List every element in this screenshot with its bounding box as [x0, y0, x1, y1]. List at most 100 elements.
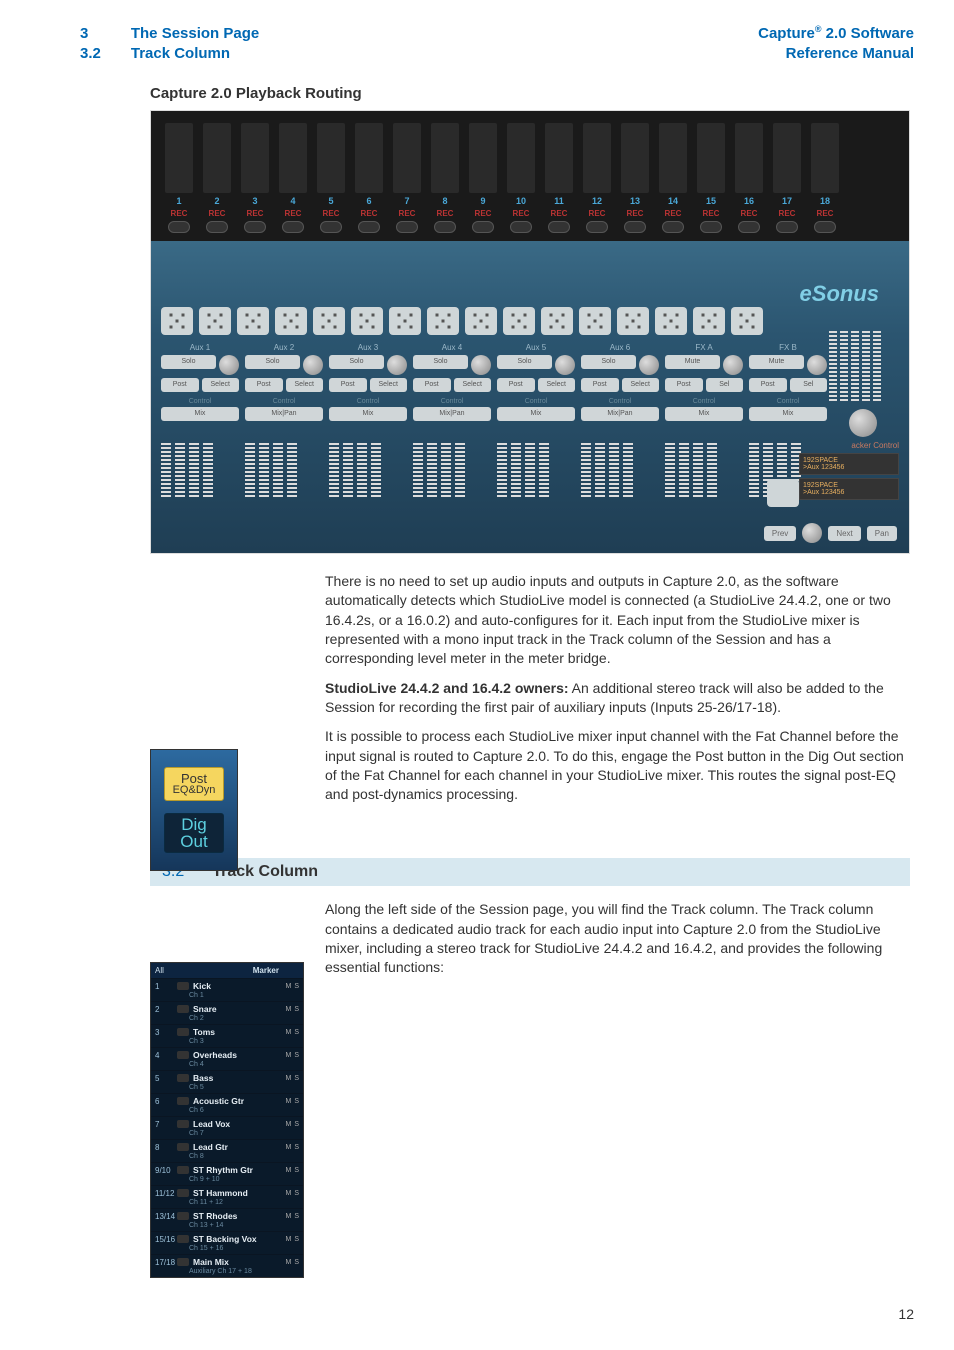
mute-solo: MS: [285, 1167, 299, 1174]
paragraph-2-bold: StudioLive 24.4.2 and 16.4.2 owners:: [325, 680, 569, 696]
mute-solo: MS: [285, 1236, 299, 1243]
meter-slot: 9 REC: [465, 123, 501, 233]
level-meter: [165, 123, 193, 193]
aux-block: Aux 3 Solo Post Select: [329, 343, 407, 392]
aux-label: Aux 5: [497, 343, 575, 352]
track-row: 11/12 ST Hammond MS Ch 11 + 12: [151, 1185, 303, 1206]
rec-arm-icon: [177, 1051, 189, 1059]
mixer-panel: eSonus Aux 1 Solo Post Select Aux 2 Solo…: [151, 241, 909, 553]
track-row: 2 Snare MS Ch 2: [151, 1001, 303, 1022]
rec-label: REC: [399, 209, 416, 218]
rec-indicator: [434, 221, 456, 233]
meter-slot: 17 REC: [769, 123, 805, 233]
mute-solo: MS: [285, 1213, 299, 1220]
control-block: Control Mix: [329, 398, 407, 421]
solo-button: Mute: [749, 355, 804, 369]
prev-button: Prev: [764, 526, 796, 541]
aux-knob: [303, 355, 323, 375]
input-patch-row: [161, 307, 899, 335]
rec-indicator: [472, 221, 494, 233]
aux-block: FX A Mute Post Sel: [665, 343, 743, 392]
meter-bridge: 1 REC 2 REC 3 REC 4 REC 5 REC 6 REC 7 RE…: [151, 111, 909, 241]
track-row: 3 Toms MS Ch 3: [151, 1024, 303, 1045]
eq-strip: [511, 443, 521, 499]
eq-strip: [259, 443, 269, 499]
rec-arm-icon: [177, 1235, 189, 1243]
solo-label: S: [294, 1190, 299, 1197]
solo-button: Solo: [581, 355, 636, 369]
post-button-small: Post: [161, 378, 199, 392]
paragraph-1: There is no need to set up audio inputs …: [325, 572, 914, 669]
track-row: 7 Lead Vox MS Ch 7: [151, 1116, 303, 1137]
post-digout-figure: Post EQ&Dyn Dig Out: [150, 749, 238, 871]
mute-solo: MS: [285, 1121, 299, 1128]
level-meter: [393, 123, 421, 193]
input-patch-box: [655, 307, 687, 335]
input-patch-box: [427, 307, 459, 335]
level-meter: [735, 123, 763, 193]
track-row: 13/14 ST Rhodes MS Ch 13 + 14: [151, 1208, 303, 1229]
rec-label: REC: [209, 209, 226, 218]
mix-button: Mix: [497, 407, 575, 421]
track-number: 9/10: [155, 1166, 177, 1175]
rec-indicator: [586, 221, 608, 233]
meter-slot: 14 REC: [655, 123, 691, 233]
track-channel: Ch 11 + 12: [151, 1199, 303, 1206]
eq-strip: [525, 443, 535, 499]
track-row: 5 Bass MS Ch 5: [151, 1070, 303, 1091]
rec-arm-icon: [177, 1143, 189, 1151]
info-box-1-line1: 192SPACE: [803, 457, 895, 464]
section-body-text: Along the left side of the Session page,…: [325, 900, 914, 977]
eq-strip: [707, 443, 717, 499]
meter-slot: 2 REC: [199, 123, 235, 233]
bottom-knob: [802, 523, 822, 543]
track-row: 8 Lead Gtr MS Ch 8: [151, 1139, 303, 1160]
rec-label: REC: [171, 209, 188, 218]
level-meter: [773, 123, 801, 193]
control-label: Control: [665, 398, 743, 405]
rec-label: REC: [817, 209, 834, 218]
next-button: Next: [828, 526, 860, 541]
rec-label: REC: [285, 209, 302, 218]
control-block: Control Mix|Pan: [245, 398, 323, 421]
aux-block: Aux 1 Solo Post Select: [161, 343, 239, 392]
control-label: Control: [497, 398, 575, 405]
channel-number: 8: [442, 196, 447, 206]
control-row: Control Mix Control Mix|Pan Control Mix Con…: [161, 398, 899, 421]
track-name: Lead Gtr: [193, 1142, 285, 1152]
mute-label: M: [285, 1259, 291, 1266]
aux-knob: [723, 355, 743, 375]
track-channel: Ch 8: [151, 1153, 303, 1160]
track-number: 15/16: [155, 1235, 177, 1244]
rec-label: REC: [437, 209, 454, 218]
track-channel: Ch 13 + 14: [151, 1222, 303, 1229]
post-button-small: Post: [749, 378, 787, 392]
track-name: ST Backing Vox: [193, 1234, 285, 1244]
mute-solo: MS: [285, 1144, 299, 1151]
mute-label: M: [285, 1029, 291, 1036]
aux-block: Aux 2 Solo Post Select: [245, 343, 323, 392]
level-meter: [355, 123, 383, 193]
rec-label: REC: [589, 209, 606, 218]
dig-out-button: Dig Out: [164, 813, 224, 853]
eq-block: [581, 439, 659, 499]
rec-indicator: [548, 221, 570, 233]
acker-control-label: acker Control: [799, 441, 899, 450]
track-number: 5: [155, 1074, 177, 1083]
eq-strip: [665, 443, 675, 499]
solo-label: S: [294, 1259, 299, 1266]
mute-solo: MS: [285, 1052, 299, 1059]
header-right: Capture® 2.0 Software Reference Manual: [758, 24, 914, 63]
eq-strip: [693, 443, 703, 499]
control-label: Control: [413, 398, 491, 405]
rec-indicator: [776, 221, 798, 233]
select-button: Select: [370, 378, 408, 392]
rec-label: REC: [323, 209, 340, 218]
mute-label: M: [285, 1190, 291, 1197]
track-channel: Ch 7: [151, 1130, 303, 1137]
eq-block: [161, 439, 239, 499]
input-patch-box: [313, 307, 345, 335]
meter-slot: 16 REC: [731, 123, 767, 233]
eq-strip: [595, 443, 605, 499]
info-box-2-line1: 192SPACE: [803, 482, 895, 489]
